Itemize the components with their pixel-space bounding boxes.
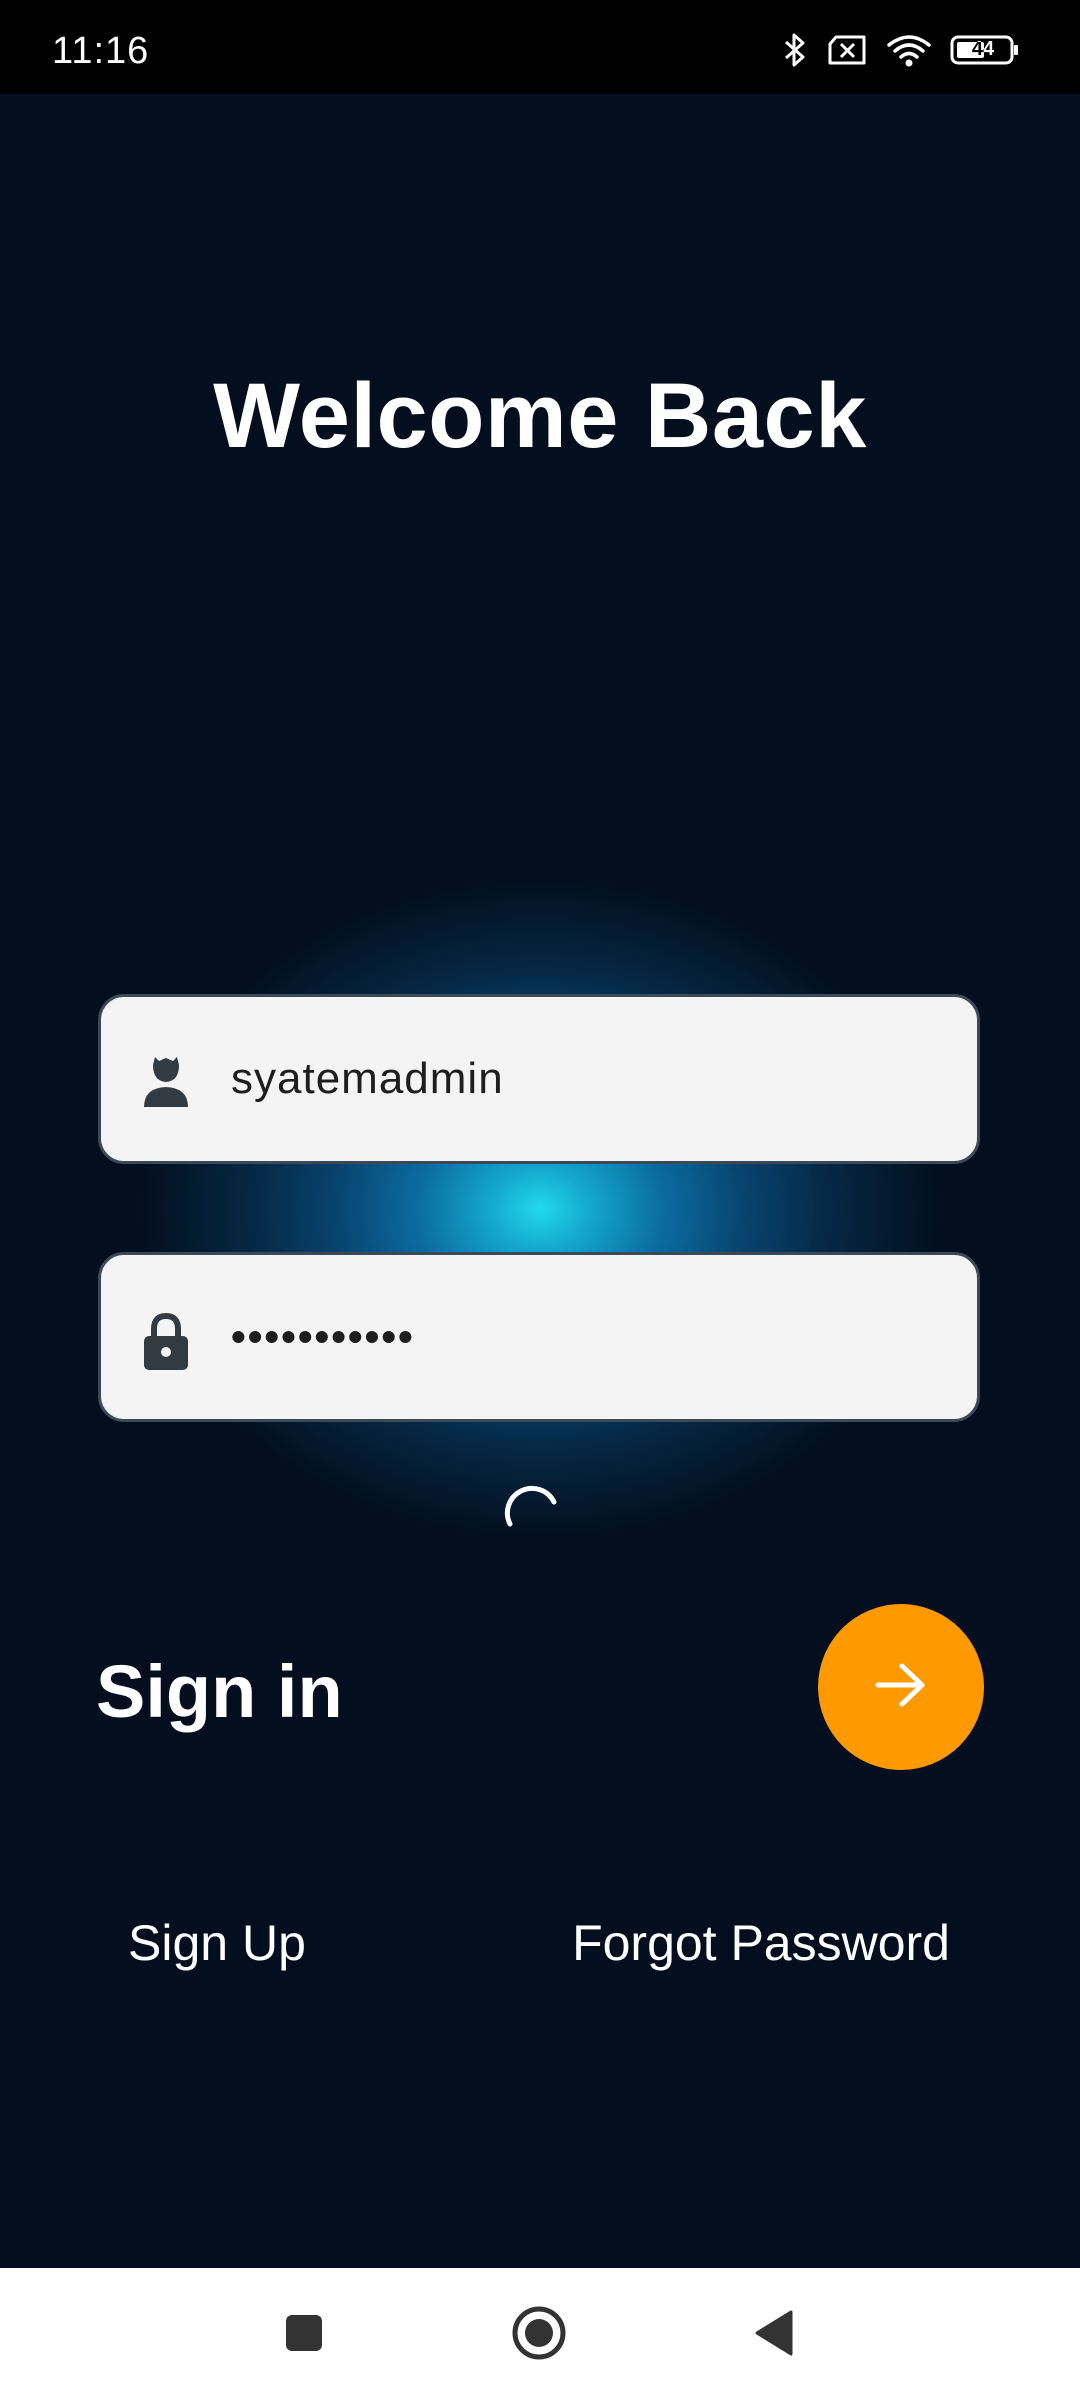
bluetooth-icon [782, 32, 808, 68]
loading-spinner [502, 1482, 562, 1542]
login-background: Welcome Back syatemadmin ••••••••••• Sig… [0, 94, 1080, 2268]
username-field[interactable]: syatemadmin [98, 994, 980, 1164]
status-icons: 44 [782, 30, 1020, 70]
back-icon [751, 2308, 795, 2363]
back-button[interactable] [742, 2304, 804, 2366]
recent-apps-button[interactable] [273, 2304, 335, 2366]
wifi-icon [886, 33, 932, 67]
battery-level: 44 [971, 38, 995, 60]
login-screen: 11:16 44 Welcome Back syatemadmin ••••••… [0, 0, 1080, 2400]
lock-icon [141, 1312, 191, 1370]
forgot-password-link[interactable]: Forgot Password [572, 1914, 950, 1972]
status-time: 11:16 [52, 30, 150, 72]
person-icon [141, 1055, 191, 1109]
recent-apps-icon [284, 2313, 324, 2358]
username-input[interactable]: syatemadmin [231, 997, 504, 1161]
page-title: Welcome Back [213, 365, 867, 467]
signin-button[interactable] [818, 1604, 984, 1770]
password-input[interactable]: ••••••••••• [231, 1255, 415, 1419]
home-icon [511, 2305, 567, 2366]
status-bar: 11:16 44 [0, 0, 1080, 94]
battery-icon: 44 [950, 34, 1020, 66]
navigation-bar [0, 2268, 1080, 2400]
home-button[interactable] [508, 2304, 570, 2366]
arrow-right-icon [874, 1660, 928, 1715]
signin-label: Sign in [96, 1650, 343, 1733]
no-sim-icon [826, 34, 868, 66]
signup-link[interactable]: Sign Up [128, 1914, 306, 1972]
password-field[interactable]: ••••••••••• [98, 1252, 980, 1422]
